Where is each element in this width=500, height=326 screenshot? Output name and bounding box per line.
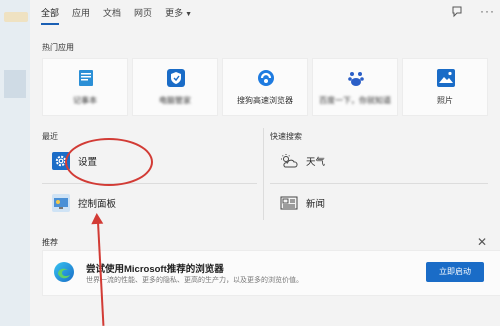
shield-icon <box>167 69 185 87</box>
recommend-item-description: 世界一流的性能、更多的隐私、更高的生产力，以及更多的浏览价值。 <box>86 277 303 284</box>
background-desktop-strip <box>0 0 30 326</box>
quick-search-title: 快速搜索 <box>270 132 302 141</box>
tab-more-label: 更多 <box>165 8 184 18</box>
quick-search-label: 新闻 <box>306 199 326 210</box>
baidu-icon <box>348 72 364 86</box>
app-card-baidu[interactable]: 百度一下，你就知道 <box>312 58 398 116</box>
app-card-sogou-browser[interactable]: 搜狗高速浏览器 <box>222 58 308 116</box>
app-label: 搜狗高速浏览器 <box>237 96 293 105</box>
search-tabs: 全部 应用 文档 网页 更多 ▼ <box>30 0 500 28</box>
app-card-notepad[interactable]: 记事本 <box>42 58 128 116</box>
news-icon <box>280 194 298 212</box>
quick-search-label: 天气 <box>306 157 326 168</box>
recommend-title: 推荐 <box>42 238 58 247</box>
desktop-thumbnail <box>4 12 28 22</box>
weather-icon <box>280 152 298 170</box>
tab-all[interactable]: 全部 <box>41 0 60 28</box>
edge-browser-icon <box>54 262 74 282</box>
app-label: 记事本 <box>73 96 97 105</box>
divider <box>42 183 257 184</box>
desktop-thumbnail <box>4 70 26 98</box>
quick-search-weather[interactable]: 天气 <box>280 152 325 170</box>
more-options-icon[interactable]: ··· <box>480 4 495 18</box>
app-card-photos[interactable]: 照片 <box>402 58 488 116</box>
annotation-circle <box>65 138 153 186</box>
tab-apps[interactable]: 应用 <box>72 0 90 28</box>
recent-title: 最近 <box>42 132 58 141</box>
notepad-icon <box>79 70 93 86</box>
app-label: 百度一下，你就知道 <box>319 96 391 105</box>
launch-now-button[interactable]: 立即启动 <box>426 262 484 282</box>
control-panel-icon <box>52 194 70 212</box>
close-icon[interactable]: ✕ <box>477 235 487 249</box>
divider <box>263 128 264 220</box>
browser-icon <box>258 70 274 86</box>
app-label: 照片 <box>437 96 453 105</box>
hot-apps-title: 热门应用 <box>42 43 74 52</box>
feedback-icon[interactable] <box>451 6 463 18</box>
app-card-pc-manager[interactable]: 电脑管家 <box>132 58 218 116</box>
recommend-item-title: 尝试使用Microsoft推荐的浏览器 <box>86 264 224 275</box>
tab-web[interactable]: 网页 <box>134 0 152 28</box>
photos-icon <box>437 69 455 87</box>
divider <box>270 183 488 184</box>
quick-search-news[interactable]: 新闻 <box>280 194 325 212</box>
tab-documents[interactable]: 文档 <box>103 0 121 28</box>
chevron-down-icon: ▼ <box>185 11 193 18</box>
recent-item-label: 控制面板 <box>78 199 117 210</box>
tab-more[interactable]: 更多 ▼ <box>165 0 192 28</box>
app-label: 电脑管家 <box>159 96 191 105</box>
recent-item-control-panel[interactable]: 控制面板 <box>52 194 116 212</box>
search-panel: 全部 应用 文档 网页 更多 ▼ ··· 热门应用 记事本 电脑管家 搜狗高速浏… <box>30 0 500 326</box>
